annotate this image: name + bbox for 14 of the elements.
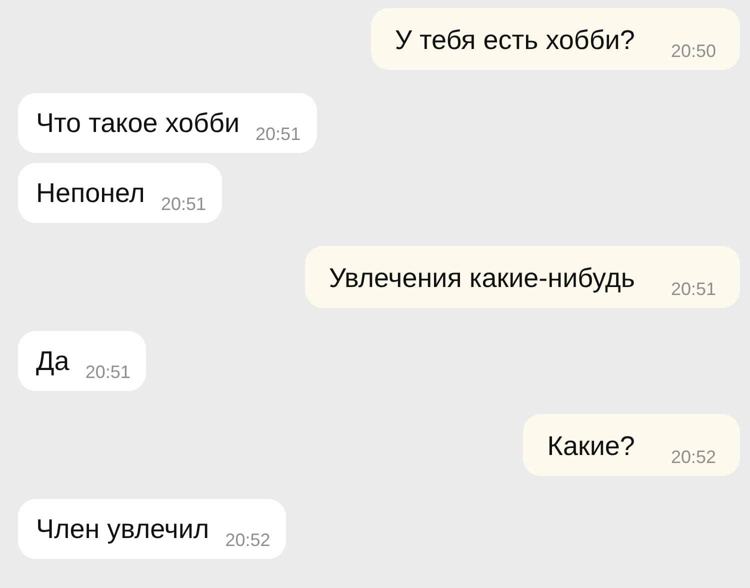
message-text: Какие? [547, 430, 635, 462]
message-time: 20:51 [670, 279, 716, 300]
message-time: 20:52 [670, 447, 716, 468]
message-time: 20:52 [225, 530, 270, 551]
message-text: Непонел [36, 177, 145, 209]
message-text: Член увлечил [36, 513, 210, 545]
message-time: 20:51 [85, 362, 130, 383]
message-text: Что такое хобби [36, 107, 240, 139]
message-time: 20:50 [670, 41, 716, 62]
message-text: У тебя есть хобби? [394, 24, 635, 56]
message-text: Да [36, 345, 70, 377]
message-time: 20:51 [160, 194, 206, 215]
message-text: Увлечения какие-нибудь [328, 262, 635, 294]
message-time: 20:51 [256, 124, 301, 145]
